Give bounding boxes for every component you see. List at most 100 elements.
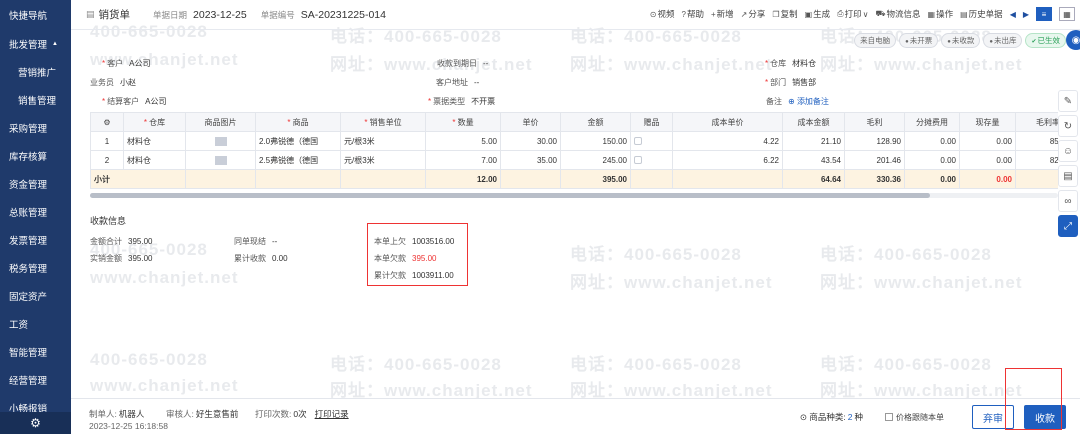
sidebar-item-funds[interactable]: 资金管理 (0, 170, 71, 198)
summary-amount: 395.00 (560, 169, 631, 189)
toolbar: ⊙ 视频 ? 帮助 + 新增 ↗ 分享 ❐ 复制 ▣ 生成 ⎙ 打印 ∨ ⛟ 物流信息 ▦ 操作 ▤… (650, 7, 1075, 21)
salesman-field[interactable]: 业务员 小赵 (90, 77, 136, 88)
sidebar-item-label: 批发管理 (9, 40, 48, 51)
logistics-button[interactable]: ⛟ 物流信息 (875, 8, 920, 20)
due-date-field[interactable]: 收款到期日 -- (437, 58, 488, 69)
print-button[interactable]: ⎙ 打印 ∨ (837, 8, 868, 20)
cell-price[interactable]: 30.00 (500, 131, 561, 151)
invoice-type-field[interactable]: * 票据类型 不开票 (428, 96, 495, 107)
column-header[interactable]: 成本单价 (672, 112, 783, 132)
cell-qty[interactable]: 7.00 (425, 150, 501, 170)
department-field[interactable]: * 部门 销售部 (765, 77, 816, 88)
warehouse-field[interactable]: * 仓库 材料仓 (765, 58, 816, 69)
watermark-text: 电话：400-665-0028 (570, 355, 742, 374)
sidebar-item-smart[interactable]: 智能管理 (0, 338, 71, 366)
field-value: 0.00 (272, 254, 288, 263)
field-value: -- (474, 78, 480, 87)
video-button[interactable]: ⊙ 视频 (650, 8, 675, 20)
sidebar-item-ledger[interactable]: 总账管理 (0, 198, 71, 226)
doc-tab[interactable]: ▤ 销货单 (71, 7, 151, 22)
print-log-link[interactable]: 打印记录 (315, 409, 349, 419)
cell-qty[interactable]: 5.00 (425, 131, 501, 151)
grid-view-icon[interactable]: ▦ (1059, 7, 1075, 21)
sidebar-item-invoice[interactable]: 发票管理 (0, 226, 71, 254)
list-view-icon[interactable]: ≡ (1036, 7, 1052, 21)
address-field[interactable]: 客户地址 -- (436, 77, 479, 88)
help-button[interactable]: ? 帮助 (682, 8, 704, 20)
column-header[interactable]: 单价 (500, 112, 561, 132)
column-header[interactable]: 赠品 (630, 112, 673, 132)
refresh-icon[interactable]: ↻ (1058, 115, 1078, 137)
sidebar-item-wholesale[interactable]: 批发管理 ▲ (0, 30, 71, 58)
cell-unit[interactable]: 元/根3米 (340, 150, 426, 170)
checkbox-icon[interactable] (885, 413, 893, 421)
cell-amount[interactable]: 245.00 (560, 150, 631, 170)
cell-product[interactable]: 2.5弗锐德（德国 (255, 150, 341, 170)
dot-icon: ● (905, 39, 909, 45)
table-row[interactable]: 1 材料仓 2.0弗锐德（德国 元/根3米 5.00 30.00 150.00 … (90, 131, 1058, 151)
share-button[interactable]: ↗ 分享 (741, 8, 766, 20)
column-header[interactable]: 分摊费用 (904, 112, 960, 132)
sidebar-item-marketing[interactable]: 营销推广 (0, 58, 71, 86)
face-icon[interactable]: ☺ (1058, 140, 1078, 162)
history-button[interactable]: ▤ 历史单据 (960, 8, 1003, 20)
cell-warehouse[interactable]: 材料仓 (123, 150, 186, 170)
sidebar-item-fixed-assets[interactable]: 固定资产 (0, 282, 71, 310)
toolbar-label: 帮助 (686, 9, 704, 19)
copy-button[interactable]: ❐ 复制 (772, 8, 797, 20)
gear-icon[interactable]: ⚙ (0, 412, 71, 434)
column-header[interactable]: * 仓库 (123, 112, 186, 132)
cell-unit[interactable]: 元/根3米 (340, 131, 426, 151)
checkbox-icon[interactable] (634, 156, 642, 165)
operations-button[interactable]: ▦ 操作 (928, 8, 954, 20)
price-follow-checkbox[interactable]: 价格跟随本单 (885, 412, 944, 423)
column-header[interactable]: 成本金额 (782, 112, 845, 132)
sidebar-item-label: 库存核算 (9, 152, 48, 163)
summary-cell (500, 169, 561, 189)
cell-price[interactable]: 35.00 (500, 150, 561, 170)
sidebar-item-payroll[interactable]: 工资 (0, 310, 71, 338)
horizontal-scrollbar[interactable] (90, 193, 1058, 198)
link-icon[interactable]: ∞ (1058, 190, 1078, 212)
next-arrow-icon[interactable]: ▶ (1023, 10, 1029, 19)
customer-field[interactable]: * 客户 A公司 (102, 58, 150, 69)
new-button[interactable]: + 新增 (711, 8, 734, 20)
expand-icon[interactable]: ⤢ (1058, 215, 1078, 237)
dot-icon: ● (989, 39, 993, 45)
actual-sales-amount: 实销金额 395.00 (90, 253, 152, 264)
sidebar-item-operations[interactable]: 经营管理 (0, 366, 71, 394)
sidebar-item-quick-nav[interactable]: 快捷导航 (0, 0, 71, 30)
cell-gift[interactable] (630, 131, 673, 151)
table-row[interactable]: 2 材料仓 2.5弗锐德（德国 元/根3米 7.00 35.00 245.00 … (90, 150, 1058, 170)
column-header[interactable]: 现存量 (959, 112, 1016, 132)
header-form: * 客户 A公司 收款到期日 -- * 仓库 材料仓 业务员 小赵 客户地址 -- * 部门 销售… (90, 55, 1070, 110)
sidebar-item-tax[interactable]: 税务管理 (0, 254, 71, 282)
settle-customer-field[interactable]: * 结算客户 A公司 (102, 96, 166, 107)
cell-product[interactable]: 2.0弗锐德（德国 (255, 131, 341, 151)
column-header[interactable]: * 数量 (425, 112, 501, 132)
cell-gift[interactable] (630, 150, 673, 170)
remark-field[interactable]: 备注 ⊕ 添加备注 (766, 96, 829, 107)
column-header[interactable]: 金额 (560, 112, 631, 132)
checkbox-icon[interactable] (634, 137, 642, 146)
globe-icon[interactable]: ◉ (1066, 30, 1080, 50)
scrollbar-thumb[interactable] (90, 193, 930, 198)
sidebar-item-sales[interactable]: 销售管理 (0, 86, 71, 114)
summary-cell (1015, 169, 1058, 189)
column-header[interactable]: 商品图片 (185, 112, 256, 132)
column-settings-icon[interactable]: ⚙ (90, 112, 124, 132)
ledger-icon[interactable]: ▤ (1058, 165, 1078, 187)
generate-button[interactable]: ▣ 生成 (805, 8, 831, 20)
add-remark-link[interactable]: ⊕ 添加备注 (788, 96, 829, 107)
prev-arrow-icon[interactable]: ◀ (1010, 10, 1016, 19)
column-header[interactable]: 毛利 (844, 112, 905, 132)
field-value: -- (483, 59, 489, 68)
column-header[interactable]: * 商品 (255, 112, 341, 132)
cell-warehouse[interactable]: 材料仓 (123, 131, 186, 151)
field-value: 机器人 (118, 409, 145, 419)
sidebar-item-inventory[interactable]: 库存核算 (0, 142, 71, 170)
cell-amount[interactable]: 150.00 (560, 131, 631, 151)
sidebar-item-purchase[interactable]: 采购管理 (0, 114, 71, 142)
column-header[interactable]: * 销售单位 (340, 112, 426, 132)
column-header[interactable]: 毛利率 (1015, 112, 1058, 132)
